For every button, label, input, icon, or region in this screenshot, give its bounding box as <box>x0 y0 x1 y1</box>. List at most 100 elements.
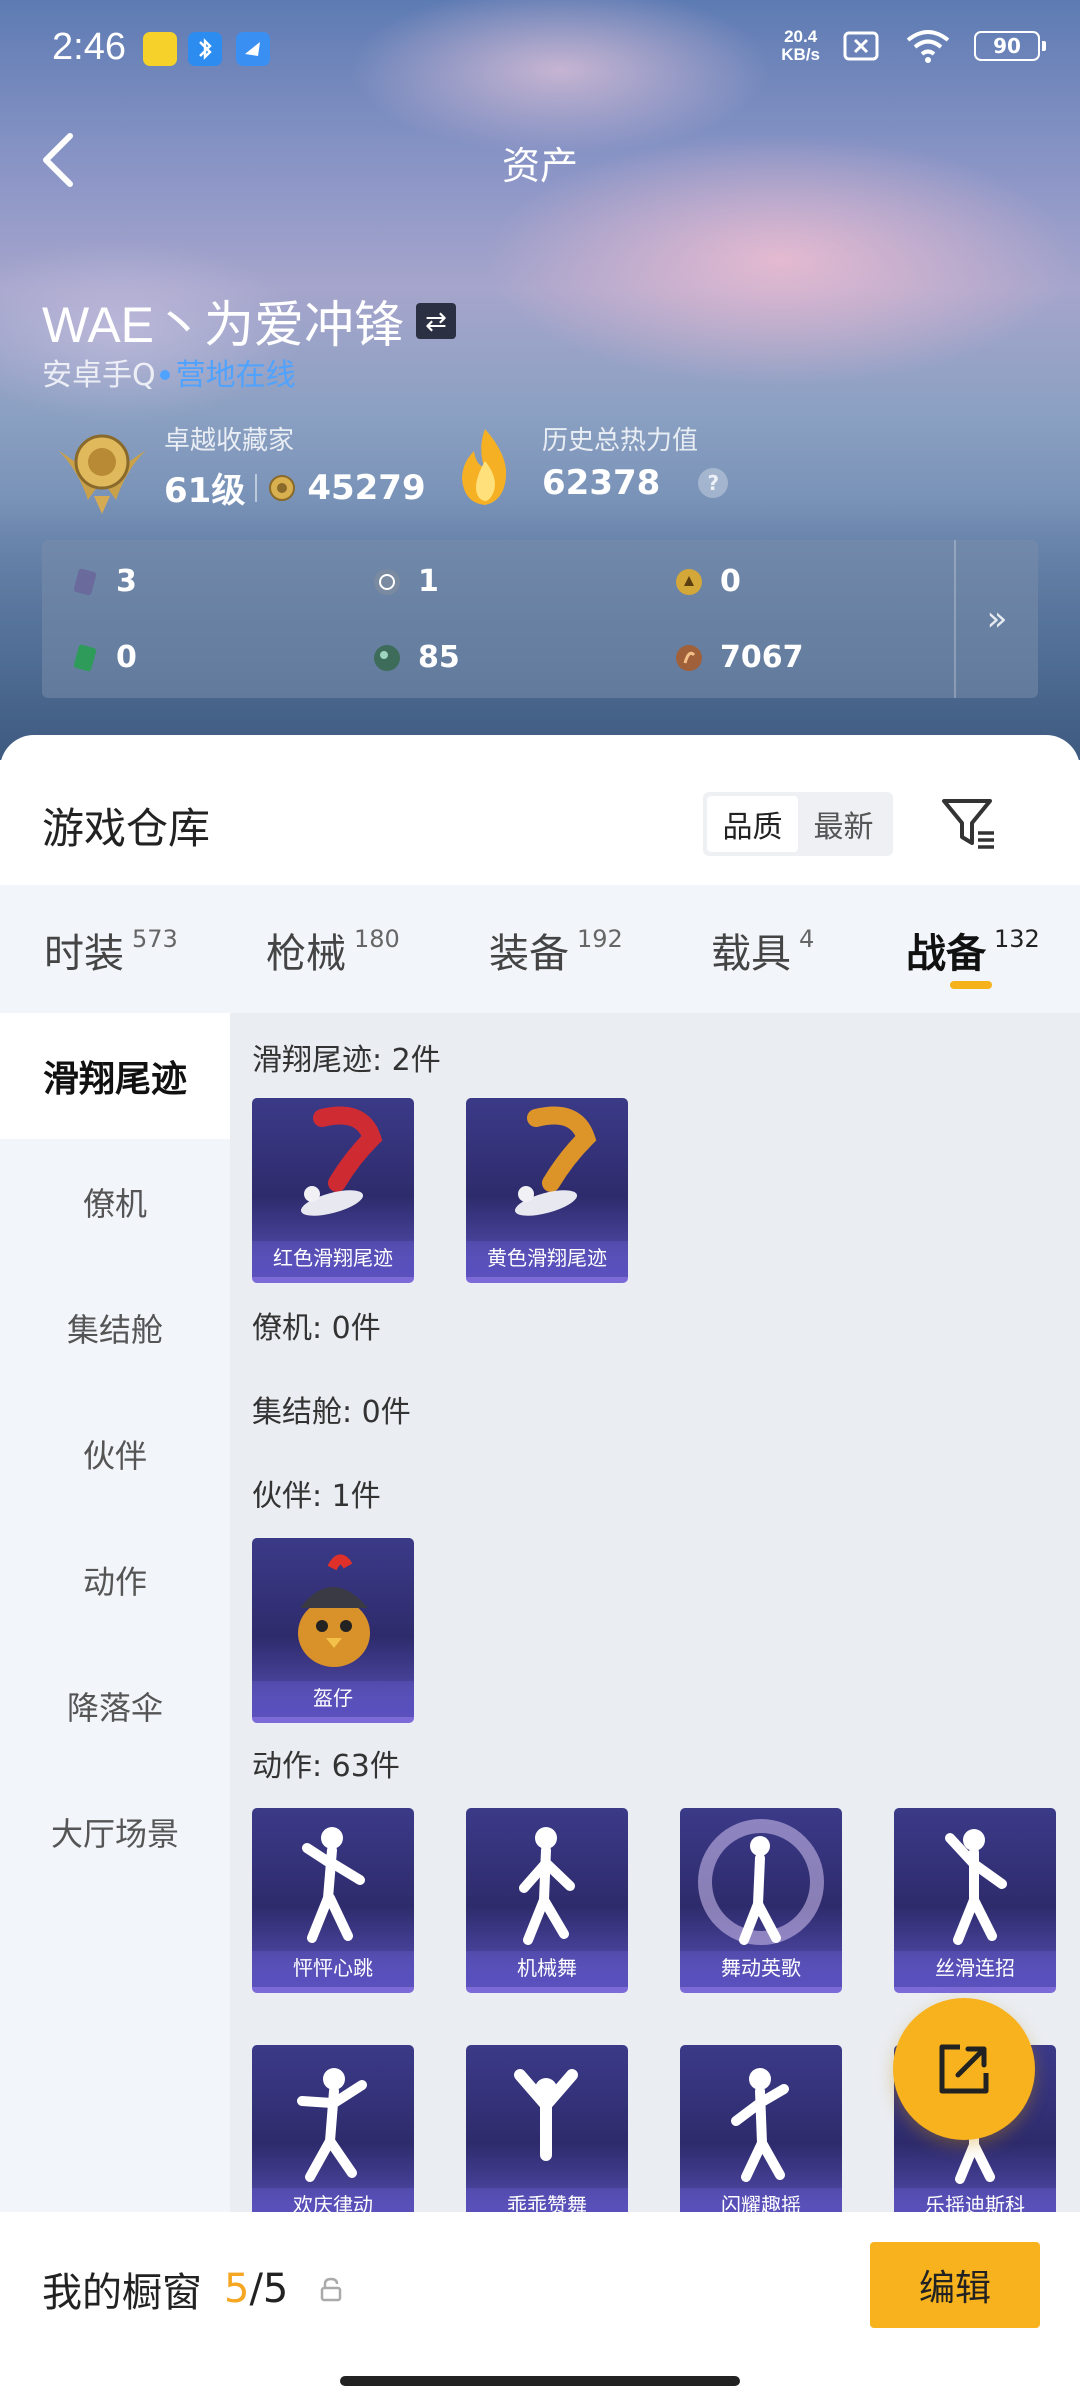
app-notification-icon <box>143 32 177 66</box>
tab-equipment[interactable]: 装备 192 <box>489 921 623 979</box>
yellow-glide-trail-image <box>514 1106 597 1216</box>
platform-label: 安卓手Q <box>42 358 156 393</box>
section-title: 伙伴: 1件 <box>252 1479 381 1514</box>
item-card[interactable]: 盔仔 <box>252 1538 414 1723</box>
dancer-silhouette-image <box>519 1827 575 1945</box>
currency-value: 1 <box>418 564 439 599</box>
tab-battle-prep[interactable]: 战备 132 <box>906 921 1040 979</box>
tab-count: 180 <box>354 925 400 953</box>
section-title: 集结舱: 0件 <box>252 1395 411 1430</box>
dancer-silhouette-image <box>514 2069 578 2161</box>
user-name: WAE丶为爱冲锋 ⇄ <box>42 285 457 357</box>
helmet-chick-image <box>298 1554 370 1667</box>
online-dot-icon <box>159 369 170 380</box>
active-tab-indicator <box>950 981 992 989</box>
ticket-currency-icon <box>73 644 97 671</box>
page-title: 资产 <box>501 144 578 188</box>
no-sim-icon <box>843 31 879 61</box>
platform-line: 安卓手Q 营地在线 <box>42 350 296 394</box>
collector-label: 卓越收藏家 <box>164 426 295 456</box>
category-tabs: 时装 573 枪械 180 装备 192 载具 4 战备 132 <box>0 885 1080 1013</box>
currency-item: 0 <box>70 640 137 675</box>
sidebar-item-lobby-scene[interactable]: 大厅场景 <box>0 1769 230 1895</box>
filter-icon[interactable] <box>940 795 998 851</box>
edit-button[interactable]: 编辑 <box>870 2242 1040 2328</box>
dancer-silhouette-image <box>297 2068 367 2182</box>
tab-count: 4 <box>799 925 815 953</box>
tab-count: 132 <box>994 925 1040 953</box>
collector-points-icon <box>269 474 296 501</box>
currency-value: 0 <box>720 564 741 599</box>
heat-stat: 历史总热力值 62378 ? <box>542 420 729 520</box>
heat-value: 62378 <box>542 463 661 503</box>
tab-vehicles[interactable]: 载具 4 <box>711 921 814 979</box>
expand-currencies-button[interactable]: » <box>954 540 1038 698</box>
item-label: 丝滑连招 <box>894 1951 1056 1985</box>
collector-medal-icon <box>58 434 146 514</box>
currency-item: 0 <box>674 564 741 599</box>
gem-currency-icon <box>374 644 400 671</box>
flame-icon <box>462 429 507 505</box>
online-status: 营地在线 <box>175 358 296 393</box>
dancer-silhouette-image <box>945 1829 1007 1945</box>
item-card[interactable]: 闪耀趣摇 <box>680 2045 842 2213</box>
item-label: 红色滑翔尾迹 <box>252 1241 414 1275</box>
tab-label: 战备 <box>906 931 986 977</box>
sort-quality-button[interactable]: 品质 <box>707 796 798 852</box>
item-card[interactable]: 欢庆律动 <box>252 2045 414 2213</box>
bluetooth-icon <box>188 32 222 66</box>
showcase-title: 我的橱窗 <box>42 2270 202 2316</box>
showcase-total: /5 <box>249 2266 289 2312</box>
subcategory-sidebar: 滑翔尾迹 僚机 集结舱 伙伴 动作 降落伞 大厅场景 <box>0 1013 230 2213</box>
sidebar-item-glide-trail[interactable]: 滑翔尾迹 <box>0 1013 230 1139</box>
warehouse-sheet: 游戏仓库 品质 最新 时装 573 枪械 180 装备 192 载具 4 战备 132 滑… <box>0 735 1080 2400</box>
section-title: 僚机: 0件 <box>252 1311 381 1346</box>
item-card[interactable]: 丝滑连招 <box>894 1808 1056 1993</box>
item-card[interactable]: 黄色滑翔尾迹 <box>466 1098 628 1283</box>
section-title: 动作: 63件 <box>252 1749 400 1784</box>
help-icon[interactable]: ? <box>698 468 729 498</box>
tab-label: 枪械 <box>266 931 346 977</box>
tab-label: 时装 <box>44 931 124 977</box>
item-card[interactable]: 红色滑翔尾迹 <box>252 1098 414 1283</box>
item-card[interactable]: 乖乖赞舞 <box>466 2045 628 2213</box>
swap-account-icon[interactable]: ⇄ <box>416 303 457 339</box>
sidebar-item-emote[interactable]: 动作 <box>0 1517 230 1643</box>
coin-currency-icon <box>374 568 400 595</box>
wifi-icon <box>906 30 950 63</box>
tab-count: 192 <box>577 925 623 953</box>
share-button[interactable] <box>893 1998 1035 2140</box>
item-label: 乐摇迪斯科 <box>894 2188 1056 2213</box>
tab-guns[interactable]: 枪械 180 <box>266 921 400 979</box>
collector-values: 61级 45279 <box>164 463 426 512</box>
item-label: 舞动英歌 <box>680 1951 842 1985</box>
sort-newest-button[interactable]: 最新 <box>798 796 889 852</box>
dancer-silhouette-image <box>731 2068 789 2182</box>
currency-item: 1 <box>372 564 439 599</box>
tab-fashion[interactable]: 时装 573 <box>44 921 178 979</box>
message-notification-icon <box>236 32 270 66</box>
item-label: 欢庆律动 <box>252 2188 414 2213</box>
bronze-coin-icon <box>676 644 702 671</box>
collector-level: 61级 <box>164 471 246 511</box>
showcase-label: 我的橱窗 5/5 <box>42 2260 344 2318</box>
currency-value: 85 <box>418 640 460 675</box>
dancer-silhouette-image <box>302 1827 365 1943</box>
battery-indicator: 90 <box>974 31 1046 61</box>
sidebar-item-wingman[interactable]: 僚机 <box>0 1139 230 1265</box>
item-card[interactable]: 舞动英歌 <box>680 1808 842 1993</box>
status-time: 2:46 <box>52 26 126 68</box>
item-card[interactable]: 怦怦心跳 <box>252 1808 414 1993</box>
item-label: 闪耀趣摇 <box>680 2188 842 2213</box>
home-indicator[interactable] <box>340 2376 740 2386</box>
currency-item: 85 <box>372 640 460 675</box>
sidebar-item-partner[interactable]: 伙伴 <box>0 1391 230 1517</box>
network-speed: 20.4 KB/s <box>781 28 820 64</box>
sidebar-item-capsule[interactable]: 集结舱 <box>0 1265 230 1391</box>
tab-count: 573 <box>132 925 178 953</box>
currency-panel[interactable]: 3 1 0 0 85 7067 » <box>42 540 1038 698</box>
currency-value: 3 <box>116 564 137 599</box>
item-card[interactable]: 机械舞 <box>466 1808 628 1993</box>
sidebar-item-parachute[interactable]: 降落伞 <box>0 1643 230 1769</box>
speed-value: 20.4 <box>784 27 818 46</box>
